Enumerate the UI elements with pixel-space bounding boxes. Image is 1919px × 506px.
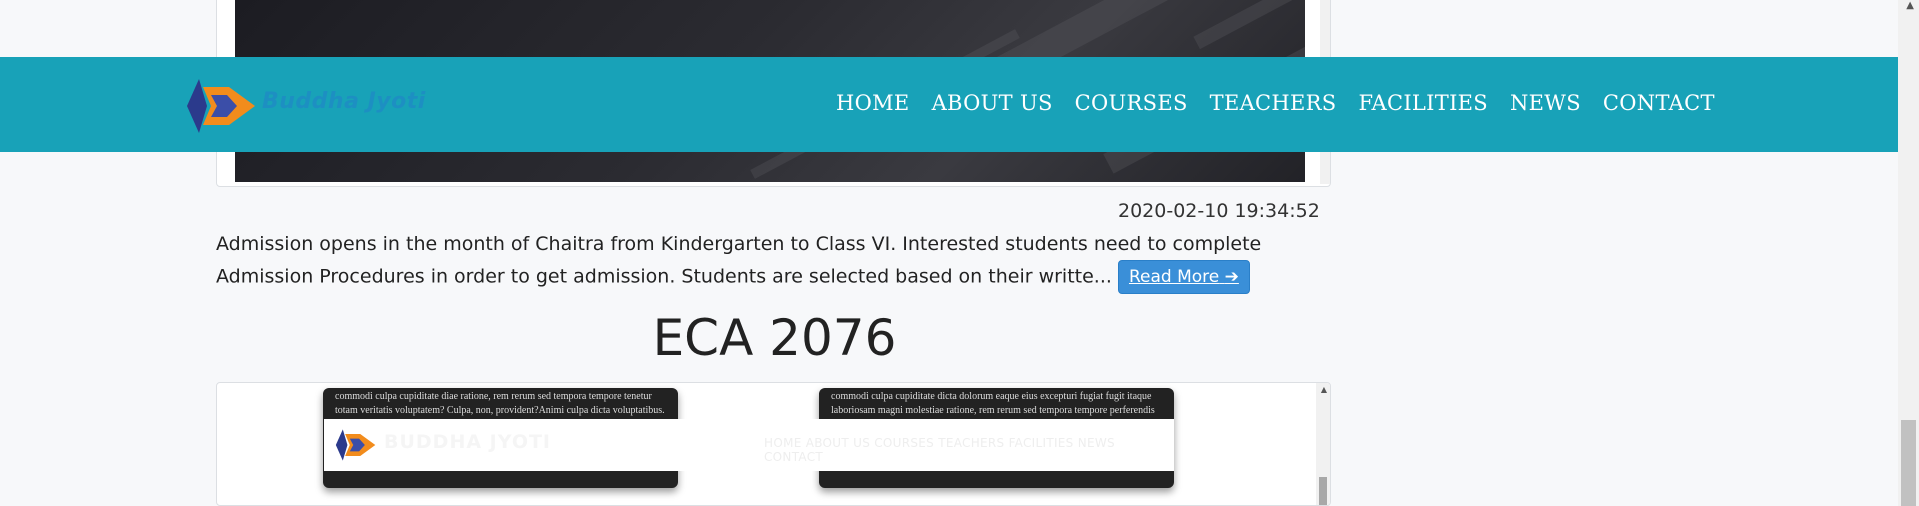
news-excerpt-text: Admission opens in the month of Chaitra … <box>216 233 1262 288</box>
scroll-up-arrow-icon[interactable]: ▲ <box>1906 0 1914 11</box>
nav-home[interactable]: HOME <box>836 91 910 115</box>
eca-card: commodi culpa cupiditate diae ratione, r… <box>216 382 1331 506</box>
mini-nav: HOME ABOUT US COURSES TEACHERS FACILITIE… <box>764 436 1115 464</box>
nav-about-us[interactable]: ABOUT US <box>932 91 1053 115</box>
nav-courses[interactable]: COURSES <box>1075 91 1188 115</box>
main-navbar: Buddha Jyoti HOME ABOUT US COURSES TEACH… <box>0 57 1898 152</box>
arrow-right-icon: ➔ <box>1224 267 1239 287</box>
eca-heading: ECA 2076 <box>652 309 897 367</box>
eca-scroll-up-icon[interactable]: ▲ <box>1321 385 1327 394</box>
nav-menu: HOME ABOUT US COURSES TEACHERS FACILITIE… <box>836 91 1737 115</box>
news-excerpt: Admission opens in the month of Chaitra … <box>216 229 1336 294</box>
eca-preview-navbar: BUDDHA JYOTI HOME ABOUT US COURSES TEACH… <box>324 419 1174 471</box>
nav-teachers[interactable]: TEACHERS <box>1210 91 1337 115</box>
mini-brand: BUDDHA JYOTI <box>384 431 552 453</box>
school-logo-icon[interactable] <box>185 75 255 137</box>
read-more-button[interactable]: Read More ➔ <box>1117 260 1250 294</box>
page-scroll-thumb[interactable] <box>1901 420 1916 506</box>
mini-logo-icon <box>335 429 376 461</box>
eca-scroll-thumb[interactable] <box>1319 477 1327 505</box>
brand-name[interactable]: Buddha Jyoti <box>262 89 426 114</box>
nav-facilities[interactable]: FACILITIES <box>1358 91 1488 115</box>
nav-contact[interactable]: CONTACT <box>1603 91 1715 115</box>
eca-scrollbar[interactable]: ▲ <box>1316 383 1330 505</box>
news-date: 2020-02-10 19:34:52 <box>1118 200 1320 222</box>
read-more-label: Read More <box>1128 267 1220 287</box>
nav-news[interactable]: NEWS <box>1510 91 1581 115</box>
page-scrollbar[interactable]: ▲ <box>1898 0 1919 506</box>
